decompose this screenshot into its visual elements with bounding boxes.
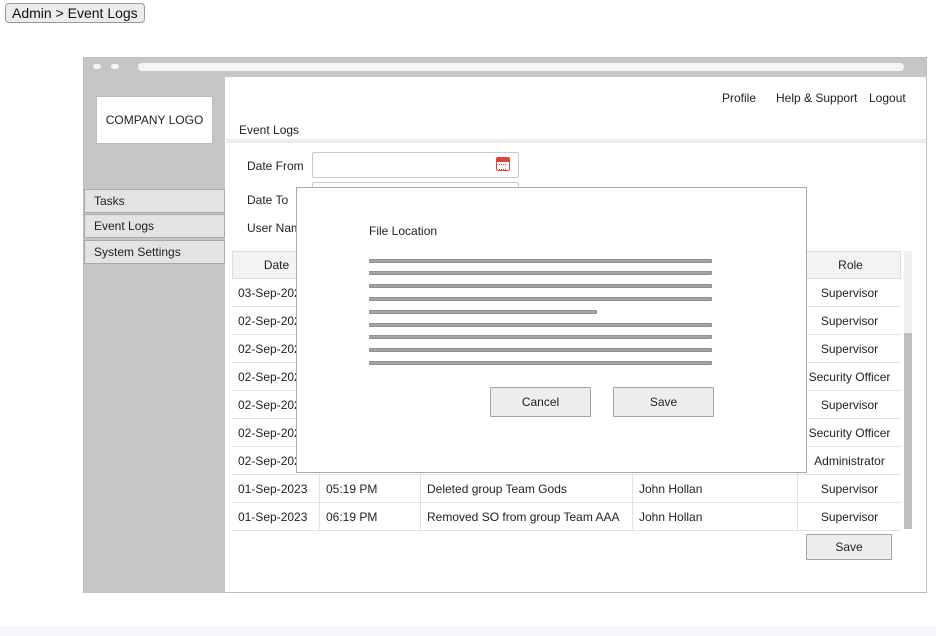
calendar-icon[interactable] (496, 157, 510, 171)
file-path-line (369, 297, 712, 301)
cell-role: Supervisor (797, 307, 901, 334)
window-titlebar (84, 58, 926, 77)
window-dot-icon (111, 64, 119, 69)
file-path-line (369, 348, 712, 352)
table-header-role[interactable]: Role (798, 252, 902, 278)
top-header: Profile Help & Support Logout Event Logs (226, 77, 926, 143)
cell-user: John Hollan (632, 475, 797, 502)
cell-role: Supervisor (797, 391, 901, 418)
cell-date: 01-Sep-2023 (238, 481, 308, 496)
user-name-label: User Nam (247, 221, 302, 235)
address-bar[interactable] (138, 63, 904, 71)
cell-role: Security Officer (797, 363, 901, 390)
page-save-button[interactable]: Save (806, 534, 892, 560)
dialog-save-button[interactable]: Save (613, 387, 714, 417)
file-path-line (369, 259, 712, 263)
cell-role: Supervisor (797, 475, 901, 502)
date-from-label: Date From (247, 159, 304, 173)
date-to-label: Date To (247, 193, 289, 207)
cell-role: Security Officer (797, 419, 901, 446)
cell-event: Deleted group Team Gods (420, 475, 632, 502)
cell-event: Removed SO from group Team AAA (420, 503, 632, 530)
table-row[interactable]: 01-Sep-2023 05:19 PM Deleted group Team Go… (232, 475, 901, 503)
cell-time: 05:19 PM (319, 475, 420, 502)
page-title: Event Logs (239, 123, 300, 137)
dialog-cancel-button[interactable]: Cancel (490, 387, 591, 417)
profile-link[interactable]: Profile (722, 91, 756, 105)
sidebar: COMPANY LOGO Tasks Event Logs System Set… (84, 77, 225, 593)
footer-strip (0, 626, 936, 636)
table-row[interactable]: 01-Sep-2023 06:19 PM Removed SO from group… (232, 503, 901, 531)
table-scrollbar-thumb[interactable] (904, 333, 912, 529)
date-from-input[interactable] (312, 152, 519, 178)
file-path-line (369, 310, 597, 314)
breadcrumb: Admin > Event Logs (5, 3, 145, 23)
cell-role: Supervisor (797, 503, 901, 530)
file-path-line (369, 335, 712, 339)
window-dot-icon (93, 64, 101, 69)
table-scrollbar[interactable] (904, 251, 912, 529)
cell-date: 01-Sep-2023 (238, 509, 308, 524)
cell-user: John Hollan (632, 503, 797, 530)
sidebar-item-tasks[interactable]: Tasks (84, 189, 225, 213)
sidebar-item-event-logs[interactable]: Event Logs (84, 214, 225, 238)
file-path-line (369, 361, 712, 365)
file-path-line (369, 323, 712, 327)
file-path-line (369, 271, 712, 275)
cell-role: Administrator (797, 447, 901, 474)
logout-link[interactable]: Logout (869, 91, 906, 105)
cell-time: 06:19 PM (319, 503, 420, 530)
cell-role: Supervisor (797, 335, 901, 362)
file-location-dialog: File Location Cancel Save (296, 187, 807, 473)
company-logo: COMPANY LOGO (96, 96, 213, 144)
cell-role: Supervisor (797, 279, 901, 306)
dialog-title: File Location (369, 224, 438, 238)
sidebar-item-system-settings[interactable]: System Settings (84, 240, 225, 264)
help-support-link[interactable]: Help & Support (776, 91, 857, 105)
file-path-line (369, 284, 712, 288)
